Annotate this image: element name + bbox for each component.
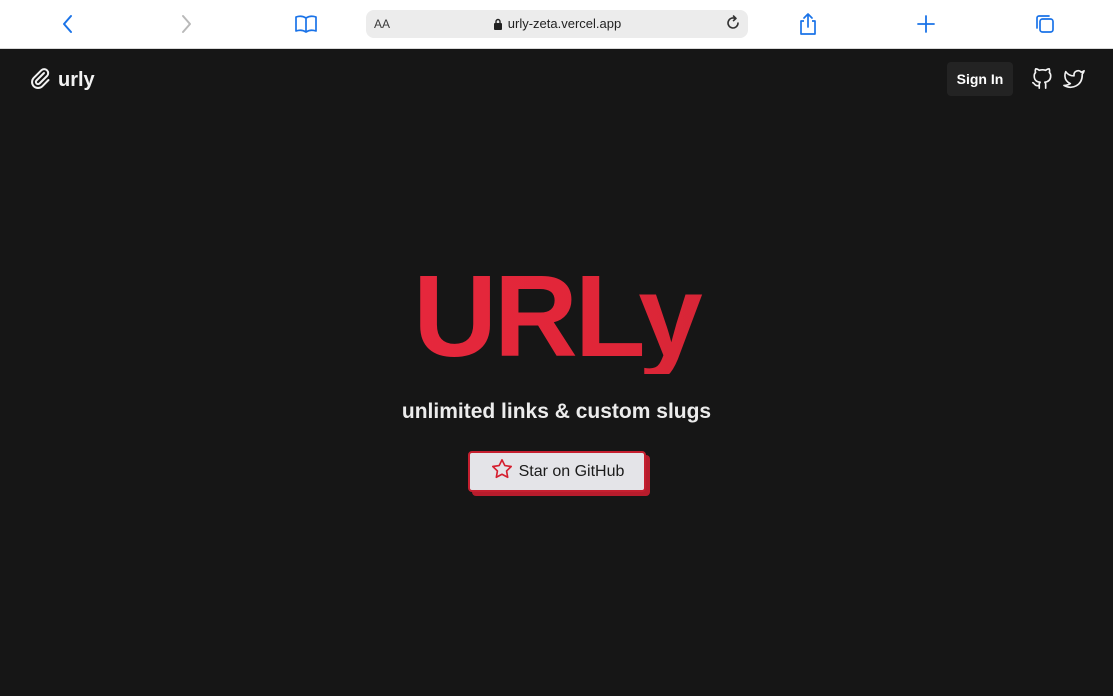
lock-icon	[493, 18, 503, 33]
address-bar[interactable]: AA urly-zeta.vercel.app	[366, 10, 748, 38]
twitter-icon[interactable]	[1063, 68, 1085, 90]
share-icon[interactable]	[794, 10, 822, 38]
new-tab-icon[interactable]	[912, 10, 940, 38]
back-icon[interactable]	[54, 10, 82, 38]
reload-icon[interactable]	[724, 14, 742, 37]
paperclip-icon	[29, 66, 51, 95]
hero-subtitle: unlimited links & custom slugs	[401, 400, 712, 423]
bookmarks-icon[interactable]	[292, 10, 320, 38]
url-text: urly-zeta.vercel.app	[507, 16, 622, 31]
logo-text: urly	[58, 69, 95, 91]
logo[interactable]: urly	[29, 66, 95, 95]
star-on-github-button[interactable]: Star on GitHub	[468, 451, 646, 492]
sign-in-button[interactable]: Sign In	[947, 62, 1013, 96]
tabs-icon[interactable]	[1031, 10, 1059, 38]
forward-icon[interactable]	[172, 10, 200, 38]
browser-toolbar: AA urly-zeta.vercel.app	[0, 0, 1113, 49]
star-icon	[490, 458, 519, 485]
star-button-label: Star on GitHub	[518, 462, 625, 480]
github-icon[interactable]	[1031, 68, 1053, 90]
hero-title: URLy	[0, 258, 1113, 374]
